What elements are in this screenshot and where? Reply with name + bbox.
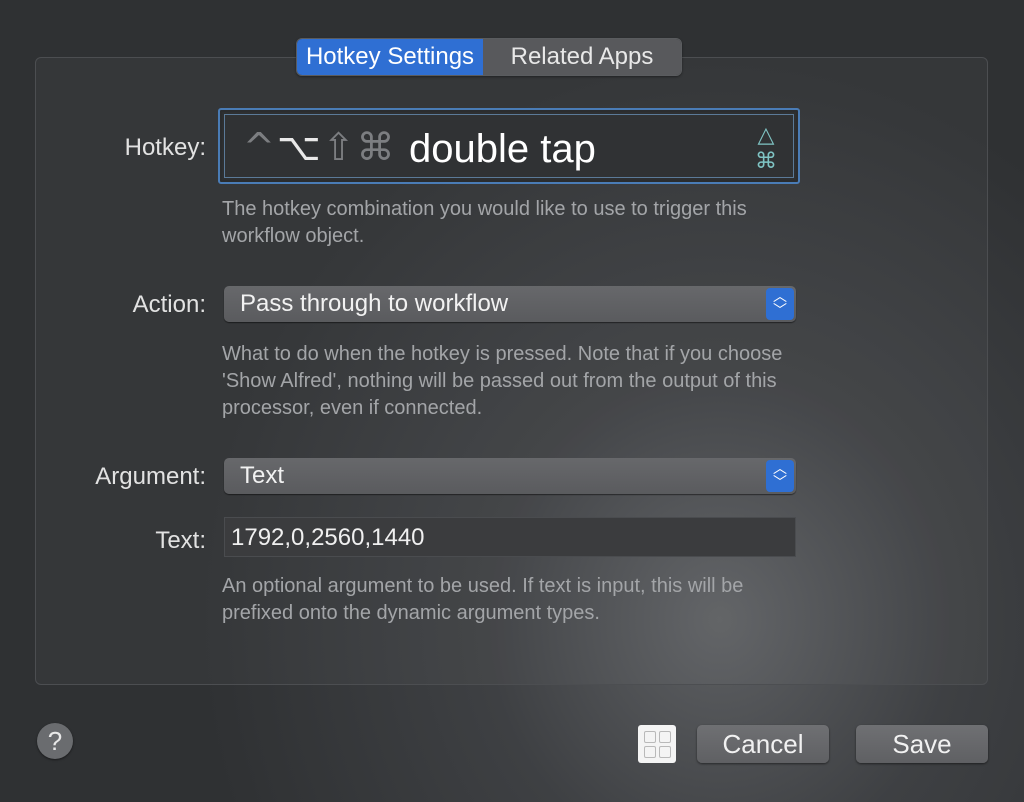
tab-bar: Hotkey Settings Related Apps xyxy=(296,38,682,76)
hotkey-help: The hotkey combination you would like to… xyxy=(222,198,747,247)
control-key-icon: ^ xyxy=(243,125,277,169)
action-selected-value: Pass through to workflow xyxy=(240,290,509,317)
hotkey-side-icons[interactable]: △ ⌘ xyxy=(751,123,781,175)
hotkey-field[interactable]: ^⌥⇧⌘ double tap △ ⌘ xyxy=(218,108,800,184)
triangle-icon: △ xyxy=(757,123,775,148)
hotkey-modifiers: ^⌥⇧⌘ xyxy=(243,125,396,169)
help-button[interactable]: ? xyxy=(37,723,73,759)
action-select[interactable]: Pass through to workflow ︿ ﹀ xyxy=(224,286,796,322)
text-label: Text: xyxy=(155,527,206,554)
shift-key-icon: ⇧ xyxy=(322,125,357,169)
tab-related-apps[interactable]: Related Apps xyxy=(483,39,681,75)
select-stepper-icon: ︿ ﹀ xyxy=(766,460,794,492)
command-icon: ⌘ xyxy=(755,149,777,174)
save-button[interactable]: Save xyxy=(856,725,988,763)
grid-cell xyxy=(659,731,671,743)
grid-icon[interactable] xyxy=(638,725,676,763)
grid-cell xyxy=(659,746,671,758)
action-label: Action: xyxy=(132,291,206,318)
argument-selected-value: Text xyxy=(240,462,285,489)
text-input[interactable]: 1792,0,2560,1440 xyxy=(224,517,796,557)
action-help: What to do when the hotkey is pressed. N… xyxy=(222,343,783,419)
grid-cell xyxy=(644,731,656,743)
text-help: An optional argument to be used. If text… xyxy=(222,575,744,624)
grid-cell xyxy=(644,746,656,758)
option-key-icon: ⌥ xyxy=(276,125,323,169)
tab-hotkey-settings[interactable]: Hotkey Settings xyxy=(297,39,483,75)
hotkey-inner: ^⌥⇧⌘ double tap △ ⌘ xyxy=(224,114,794,178)
select-stepper-icon: ︿ ﹀ xyxy=(766,288,794,320)
argument-select[interactable]: Text ︿ ﹀ xyxy=(224,458,796,494)
cancel-button[interactable]: Cancel xyxy=(697,725,829,763)
hotkey-label: Hotkey: xyxy=(124,134,206,161)
command-key-icon: ⌘ xyxy=(356,125,397,169)
argument-label: Argument: xyxy=(95,463,206,490)
hotkey-value: double tap xyxy=(409,127,596,171)
